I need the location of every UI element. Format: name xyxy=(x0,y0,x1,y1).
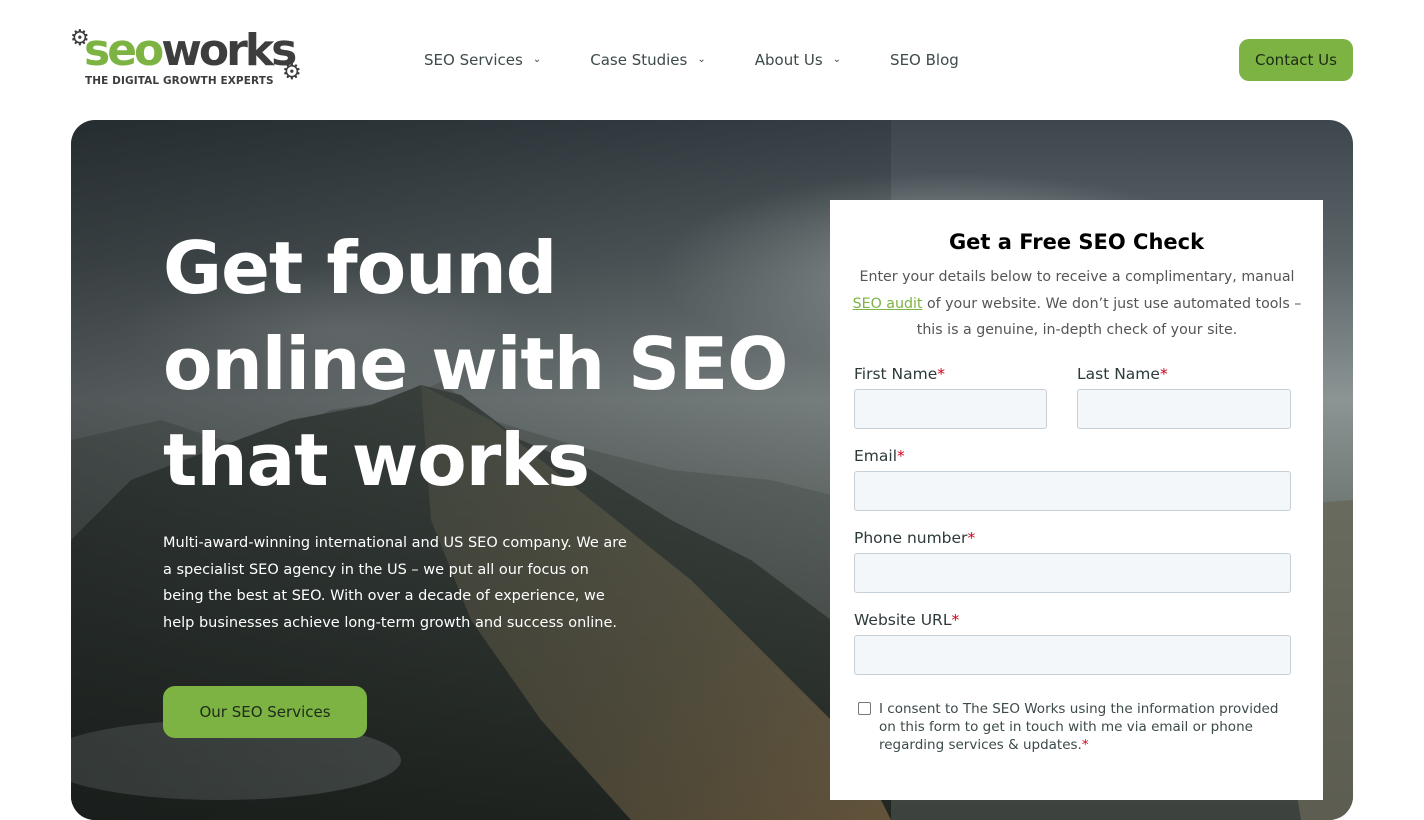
nav-item-seo-blog[interactable]: SEO Blog xyxy=(890,51,959,69)
chevron-down-icon: ⌄ xyxy=(532,53,542,65)
hero-title: Get found online with SEO that works xyxy=(163,226,788,502)
first-name-label: First Name* xyxy=(854,365,946,383)
nav-item-case-studies[interactable]: Case Studies ⌄ xyxy=(590,51,706,69)
form-description: Enter your details below to receive a co… xyxy=(852,269,1302,338)
nav-item-label: Case Studies xyxy=(590,51,688,69)
contact-us-button[interactable]: Contact Us xyxy=(1239,39,1353,81)
email-field[interactable] xyxy=(854,471,1291,511)
consent-label: I consent to The SEO Works using the inf… xyxy=(879,701,1279,753)
form-title: Get a Free SEO Check xyxy=(948,230,1205,254)
site-header: ⚙ seoworks ⚙ THE DIGITAL GROWTH EXPERTS … xyxy=(0,0,1424,120)
consent-checkbox[interactable] xyxy=(858,702,871,715)
nav-item-label: SEO Blog xyxy=(890,51,959,69)
last-name-field[interactable] xyxy=(1077,389,1291,429)
seo-check-form: Get a Free SEO Check Enter your details … xyxy=(830,200,1323,800)
phone-label: Phone number* xyxy=(854,529,976,547)
email-label: Email* xyxy=(854,447,905,465)
last-name-label: Last Name* xyxy=(1077,365,1168,383)
website-url-label: Website URL* xyxy=(854,611,960,629)
main-nav: SEO Services ⌄ Case Studies ⌄ About Us ⌄… xyxy=(424,48,959,72)
seoworks-logo[interactable]: ⚙ seoworks ⚙ THE DIGITAL GROWTH EXPERTS xyxy=(70,25,312,92)
phone-field[interactable] xyxy=(854,553,1291,593)
nav-item-about-us[interactable]: About Us ⌄ xyxy=(755,51,841,69)
seo-audit-link[interactable]: SEO audit xyxy=(853,296,923,312)
hero-description: Multi-award-winning international and US… xyxy=(163,535,627,631)
logo-wordmark: seoworks xyxy=(84,25,297,76)
consent-row: I consent to The SEO Works using the inf… xyxy=(858,700,1298,754)
website-url-field[interactable] xyxy=(854,635,1291,675)
gear-icon: ⚙ xyxy=(282,60,302,85)
chevron-down-icon: ⌄ xyxy=(832,53,842,65)
nav-item-seo-services[interactable]: SEO Services ⌄ xyxy=(424,51,541,69)
nav-item-label: SEO Services xyxy=(424,51,523,69)
first-name-field[interactable] xyxy=(854,389,1047,429)
logo-tagline: THE DIGITAL GROWTH EXPERTS xyxy=(85,75,274,87)
nav-item-label: About Us xyxy=(754,51,823,69)
our-seo-services-button[interactable]: Our SEO Services xyxy=(163,686,367,738)
chevron-down-icon: ⌄ xyxy=(697,53,706,65)
